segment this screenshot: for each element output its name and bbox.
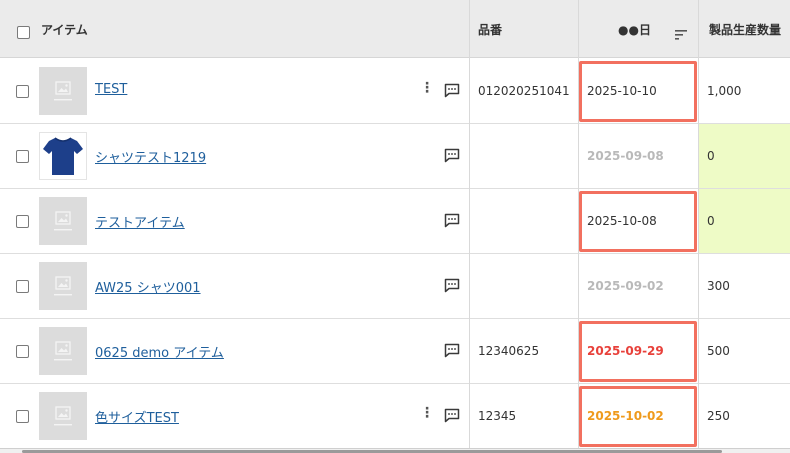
- select-all-checkbox[interactable]: [17, 26, 30, 39]
- production-qty: 0: [707, 149, 715, 163]
- part-number: 12345: [478, 409, 517, 423]
- more-vertical-icon[interactable]: ⋮: [420, 405, 434, 421]
- comment-icon[interactable]: [444, 343, 460, 358]
- row-checkbox[interactable]: [16, 150, 29, 163]
- date-value: 2025-09-02: [587, 279, 664, 293]
- sort-icon[interactable]: [675, 25, 687, 40]
- production-qty-column-header[interactable]: 製品生産数量: [709, 0, 781, 58]
- row-checkbox[interactable]: [16, 345, 29, 358]
- row-checkbox[interactable]: [16, 410, 29, 423]
- no-image-icon: [54, 406, 72, 426]
- item-thumbnail[interactable]: [39, 392, 87, 440]
- item-thumbnail[interactable]: [39, 262, 87, 310]
- date-column-header[interactable]: ●●日: [618, 0, 651, 58]
- comment-icon[interactable]: [444, 278, 460, 293]
- comment-icon[interactable]: [444, 148, 460, 163]
- production-qty: 500: [707, 344, 730, 358]
- comment-icon[interactable]: [444, 213, 460, 228]
- production-qty: 250: [707, 409, 730, 423]
- row-checkbox[interactable]: [16, 280, 29, 293]
- no-image-icon: [54, 211, 72, 231]
- item-name-link[interactable]: TEST: [95, 82, 127, 97]
- item-name-link[interactable]: テストアイテム: [95, 212, 185, 231]
- item-name-link[interactable]: 色サイズTEST: [95, 407, 179, 426]
- item-name-link[interactable]: AW25 シャツ001: [95, 277, 201, 296]
- item-thumbnail[interactable]: [39, 132, 87, 180]
- item-thumbnail[interactable]: [39, 197, 87, 245]
- comment-icon[interactable]: [444, 83, 460, 98]
- part-number: 12340625: [478, 344, 540, 358]
- date-highlight-box: [579, 61, 697, 122]
- table-row[interactable]: AW25 シャツ001 2025-09-02 300: [0, 254, 790, 319]
- part-number-column-header[interactable]: 品番: [478, 0, 502, 58]
- table-header: アイテム 品番 ●●日 製品生産数量: [0, 0, 790, 58]
- item-name-link[interactable]: シャツテスト1219: [95, 147, 206, 166]
- no-image-icon: [54, 276, 72, 296]
- item-name-link[interactable]: 0625 demo アイテム: [95, 342, 224, 361]
- no-image-icon: [54, 81, 72, 101]
- date-value: 2025-09-08: [587, 149, 664, 163]
- column-divider: [469, 0, 470, 448]
- production-qty: 300: [707, 279, 730, 293]
- production-qty: 1,000: [707, 84, 742, 98]
- column-divider: [578, 0, 579, 448]
- date-highlight-box: [579, 191, 697, 252]
- item-thumbnail[interactable]: [39, 327, 87, 375]
- table-row[interactable]: シャツテスト1219 2025-09-08 0: [0, 124, 790, 189]
- date-highlight-box: [579, 386, 697, 447]
- no-image-icon: [54, 341, 72, 361]
- column-divider: [698, 0, 699, 448]
- production-qty: 0: [707, 214, 715, 228]
- part-number: 012020251041: [478, 84, 570, 98]
- row-checkbox[interactable]: [16, 215, 29, 228]
- tshirt-image: [43, 137, 83, 175]
- horizontal-scrollbar[interactable]: [0, 448, 790, 453]
- item-column-header[interactable]: アイテム: [41, 0, 88, 58]
- more-vertical-icon[interactable]: ⋮: [420, 80, 434, 96]
- row-checkbox[interactable]: [16, 85, 29, 98]
- date-highlight-box: [579, 321, 697, 382]
- comment-icon[interactable]: [444, 408, 460, 423]
- item-thumbnail[interactable]: [39, 67, 87, 115]
